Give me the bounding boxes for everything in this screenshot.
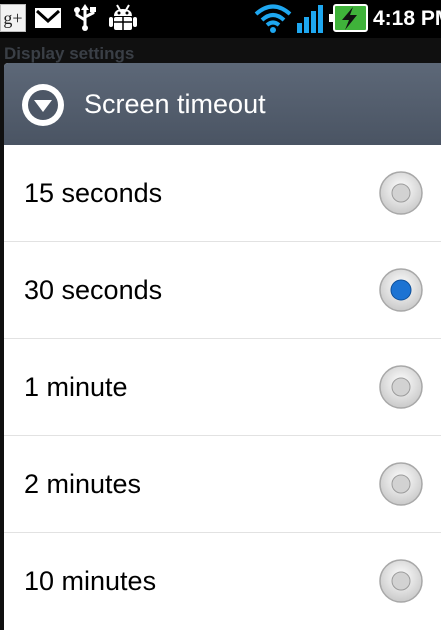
timeout-option[interactable]: 15 seconds [4, 145, 441, 242]
option-label: 1 minute [24, 372, 128, 402]
wifi-icon [254, 3, 292, 33]
radio-button-unselected[interactable] [378, 170, 424, 216]
screen-timeout-dialog: Screen timeout 15 seconds 30 seconds 1 m… [4, 63, 441, 630]
option-label: 2 minutes [24, 469, 142, 499]
timeout-option[interactable]: 2 minutes [4, 436, 441, 533]
timeout-option[interactable]: 30 seconds [4, 242, 441, 339]
android-debug-icon [107, 3, 139, 33]
option-label: 15 seconds [24, 178, 163, 208]
signal-icon [295, 3, 327, 33]
timeout-options-list: 15 seconds 30 seconds 1 minute 2 minutes… [4, 145, 441, 629]
timeout-option[interactable]: 10 minutes [4, 533, 441, 629]
usb-icon [72, 3, 98, 33]
dialog-header: Screen timeout [4, 63, 441, 145]
timeout-option[interactable]: 1 minute [4, 339, 441, 436]
background-screen-title: Display settings [4, 44, 135, 63]
google-plus-icon-text: g+ [3, 8, 23, 28]
google-plus-icon: g+ [0, 4, 26, 32]
radio-button-unselected[interactable] [378, 364, 424, 410]
dialog-title: Screen timeout [84, 89, 266, 119]
option-label: 30 seconds [24, 275, 163, 305]
radio-button-unselected[interactable] [378, 558, 424, 604]
battery-charging-icon [329, 3, 369, 33]
option-label: 10 minutes [24, 566, 157, 596]
status-bar-clock: 4:18 PM [373, 7, 441, 30]
radio-button-selected[interactable] [378, 267, 424, 313]
radio-button-unselected[interactable] [378, 461, 424, 507]
gmail-icon [33, 3, 63, 33]
chevron-down-icon [22, 84, 64, 126]
status-bar: g+ 4:18 P [0, 0, 441, 38]
